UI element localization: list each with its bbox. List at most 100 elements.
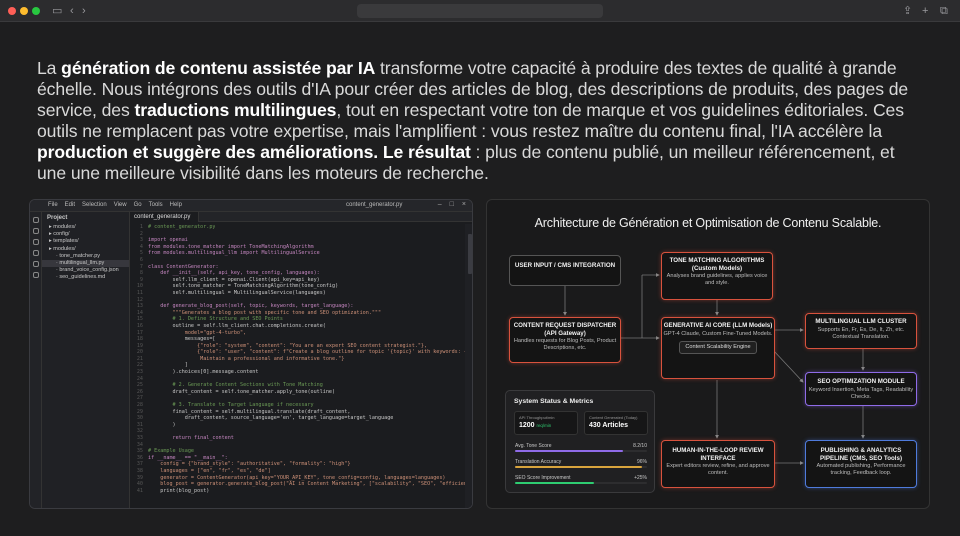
- minimap[interactable]: [465, 224, 472, 508]
- code-line[interactable]: 24: [130, 376, 465, 383]
- file-tree-item[interactable]: · brand_voice_config.json: [42, 267, 129, 274]
- new-tab-icon[interactable]: +: [922, 4, 928, 18]
- code-line[interactable]: 33 return final_content: [130, 435, 465, 442]
- code-line[interactable]: 26 draft_content = self.tone_matcher.app…: [130, 389, 465, 396]
- zoom-window-button[interactable]: [32, 7, 40, 15]
- code-line[interactable]: 28 # 3. Translate to Target Language if …: [130, 402, 465, 409]
- code-line[interactable]: 6: [130, 257, 465, 264]
- code-line[interactable]: 15 # 1. Define Structure and SEO Points: [130, 316, 465, 323]
- code-editor-screenshot: File Edit Selection View Go Tools Help content…: [29, 199, 473, 509]
- code-line[interactable]: 14 """Generates a blog post with specifi…: [130, 310, 465, 317]
- ide-menu: File Edit Selection View Go Tools Help: [48, 202, 182, 208]
- code-line[interactable]: 9 self.llm_client = openai.Client(api_ke…: [130, 277, 465, 284]
- sidebar-icon[interactable]: ▭: [52, 4, 62, 18]
- code-line[interactable]: 3 import openai: [130, 237, 465, 244]
- code-line[interactable]: 25 # 2. Generate Content Sections with T…: [130, 382, 465, 389]
- code-line[interactable]: 5 from modules.multilingual_llm import Mu…: [130, 250, 465, 257]
- line-number: 3: [139, 237, 143, 244]
- code-text: languages = ["en", "fr", "es", "de"]: [148, 467, 271, 474]
- code-line[interactable]: 18 messages=[: [130, 336, 465, 343]
- line-number: 10: [136, 283, 143, 290]
- ide-menu-item[interactable]: Tools: [149, 202, 163, 208]
- code-text: outline = self.llm_client.chat.completio…: [148, 322, 326, 329]
- metric-translation-accuracy: Translation Accuracy 96%: [515, 459, 647, 468]
- code-line[interactable]: 27: [130, 395, 465, 402]
- code-line[interactable]: 30 draft_content, source_language='en', …: [130, 415, 465, 422]
- code-line[interactable]: 37 config = {"brand_style": "authoritati…: [130, 461, 465, 468]
- code-line[interactable]: 16 outline = self.llm_client.chat.comple…: [130, 323, 465, 330]
- metric-tone-score: Avg. Tone Score 8.2/10: [515, 443, 647, 452]
- code-line[interactable]: 35 # Example Usage: [130, 448, 465, 455]
- code-line[interactable]: 21 Maintain a professional and informati…: [130, 356, 465, 363]
- code-line[interactable]: 31 ): [130, 422, 465, 429]
- code-line[interactable]: 34: [130, 442, 465, 449]
- file-tree-item[interactable]: · tone_matcher.py: [42, 253, 129, 260]
- code-line[interactable]: 22 ]: [130, 362, 465, 369]
- file-tree-item[interactable]: ▸ templates/: [42, 238, 129, 245]
- ide-menu-item[interactable]: Go: [134, 202, 142, 208]
- code-line[interactable]: 11 self.multilingual = MultilingualServi…: [130, 290, 465, 297]
- intro-paragraph: La génération de contenu assistée par IA…: [37, 58, 927, 184]
- minimize-window-button[interactable]: [20, 7, 28, 15]
- file-tree-item[interactable]: ▸ modules/: [42, 224, 129, 231]
- code-text: ]: [148, 362, 188, 369]
- code-line[interactable]: 20 {"role": "user", "content": f"Create …: [130, 349, 465, 356]
- code-line[interactable]: 19 {"role": "system", "content": "You ar…: [130, 343, 465, 350]
- code-line[interactable]: 8 def __init__(self, api_key, tone_confi…: [130, 270, 465, 277]
- line-number: 17: [136, 329, 143, 336]
- file-tree-item[interactable]: ▸ config/: [42, 231, 129, 238]
- file-tree-item[interactable]: · multilingual_llm.py: [42, 259, 129, 268]
- ide-menu-item[interactable]: File: [48, 202, 58, 208]
- line-number: 18: [136, 336, 143, 343]
- file-tree-item[interactable]: ▸ modules/: [42, 246, 129, 253]
- file-explorer: Project ▸ modules/▸ config/▸ templates/▸…: [42, 212, 130, 508]
- code-text: ).choices[0].message.content: [148, 369, 259, 376]
- metric-bar-fill: [515, 482, 595, 484]
- line-number: 7: [139, 263, 143, 270]
- code-line[interactable]: 41 print(blog_post): [130, 488, 465, 495]
- code-line[interactable]: 17 model="gpt-4-turbo",: [130, 330, 465, 337]
- status-title: System Status & Metrics: [514, 398, 594, 405]
- code-line[interactable]: 23 ).choices[0].message.content: [130, 369, 465, 376]
- file-tree-item[interactable]: · seo_guidelines.md: [42, 274, 129, 281]
- ide-menu-item[interactable]: Selection: [82, 202, 107, 208]
- user-input-box: USER INPUT / CMS INTEGRATION: [509, 255, 621, 286]
- ide-menu-item[interactable]: Edit: [65, 202, 75, 208]
- file-name: seo_guidelines.md: [59, 274, 106, 281]
- browser-toolbar: ▭ ‹ › ⇪ + ⧉: [0, 0, 960, 22]
- code-line[interactable]: 38 languages = ["en", "fr", "es", "de"]: [130, 468, 465, 475]
- code-text: def generate_blog_post(self, topic, keyw…: [148, 303, 354, 310]
- seo-module-box: SEO OPTIMIZATION MODULE Keyword Insertio…: [805, 372, 917, 406]
- file-name: tone_matcher.py: [59, 252, 101, 259]
- code-line[interactable]: 10 self.tone_matcher = ToneMatchingAlgor…: [130, 283, 465, 290]
- code-line[interactable]: 1 # content_generator.py: [130, 224, 465, 231]
- code-text: self.multilingual = MultilingualService(…: [148, 289, 326, 296]
- code-line[interactable]: 32: [130, 428, 465, 435]
- code-line[interactable]: 12: [130, 297, 465, 304]
- address-bar[interactable]: [357, 4, 603, 18]
- file-name: multilingual_llm.py: [59, 259, 105, 266]
- code-line[interactable]: 29 final_content = self.multilingual.tra…: [130, 409, 465, 416]
- close-window-button[interactable]: [8, 7, 16, 15]
- back-icon[interactable]: ‹: [70, 4, 74, 18]
- metric-seo-improvement: SEO Score Improvement +25%: [515, 475, 647, 484]
- file-name: config/: [53, 231, 70, 238]
- line-number: 19: [136, 342, 143, 349]
- code-text: ): [148, 421, 176, 428]
- code-text: # 2. Generate Content Sections with Tone…: [148, 382, 323, 389]
- ide-menu-item[interactable]: Help: [170, 202, 182, 208]
- forward-icon[interactable]: ›: [82, 4, 86, 18]
- tab-overview-icon[interactable]: ⧉: [940, 4, 948, 18]
- editor-tab[interactable]: content_generator.py: [130, 212, 200, 222]
- code-line[interactable]: 13 def generate_blog_post(self, topic, k…: [130, 303, 465, 310]
- ide-menu-item[interactable]: View: [114, 202, 127, 208]
- code-line[interactable]: 7 class ContentGenerator:: [130, 264, 465, 271]
- share-icon[interactable]: ⇪: [903, 4, 912, 18]
- code-line[interactable]: 40 blog_post = generator.generate_blog_p…: [130, 481, 465, 488]
- code-line[interactable]: 39 generator = ContentGenerator(api_key=…: [130, 475, 465, 482]
- code-text: self.llm_client = openai.Client(api_key=…: [148, 276, 320, 283]
- code-line[interactable]: 4 from modules.tone_matcher import ToneMa…: [130, 244, 465, 251]
- ide-window-controls: – □ ×: [437, 201, 466, 208]
- code-line[interactable]: 2: [130, 231, 465, 238]
- code-line[interactable]: 36 if __name__ == "__main__":: [130, 455, 465, 462]
